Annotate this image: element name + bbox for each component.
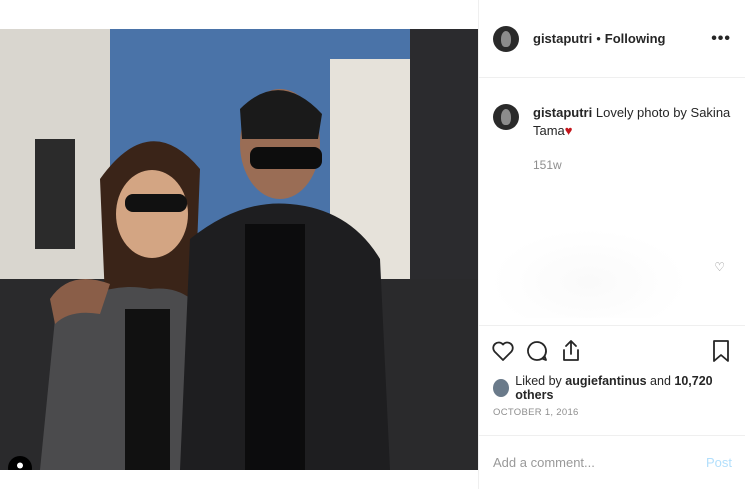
caption: gistaputri Lovely photo by Sakina Tama♥ bbox=[533, 104, 731, 140]
post-side-panel: gistaputri • Following ••• gistaputri Lo… bbox=[478, 0, 745, 489]
likes-prefix: Liked by bbox=[515, 374, 562, 388]
heart-icon[interactable] bbox=[491, 339, 515, 363]
faded-background bbox=[489, 228, 689, 318]
caption-like-icon[interactable]: ♡ bbox=[714, 260, 725, 274]
post-button[interactable]: Post bbox=[706, 455, 732, 470]
more-options-button[interactable]: ••• bbox=[711, 30, 731, 48]
post-username[interactable]: gistaputri bbox=[533, 31, 592, 46]
post-date[interactable]: OCTOBER 1, 2016 bbox=[479, 401, 745, 431]
following-button[interactable]: Following bbox=[605, 31, 666, 46]
avatar[interactable] bbox=[493, 25, 519, 52]
likes-user-link[interactable]: augiefantinus bbox=[565, 374, 646, 388]
post-actions bbox=[479, 325, 745, 375]
caption-username[interactable]: gistaputri bbox=[533, 105, 592, 120]
caption-avatar[interactable] bbox=[493, 104, 519, 130]
comment-form: Post bbox=[479, 435, 745, 489]
photo-illustration bbox=[0, 29, 478, 470]
comment-icon[interactable] bbox=[525, 339, 549, 363]
likes-and: and bbox=[650, 374, 671, 388]
post-header: gistaputri • Following ••• bbox=[479, 0, 745, 78]
comment-input[interactable] bbox=[493, 455, 706, 470]
time-ago[interactable]: 151w bbox=[533, 158, 731, 172]
share-icon[interactable] bbox=[559, 339, 583, 363]
post-photo[interactable] bbox=[0, 29, 478, 470]
caption-row: gistaputri Lovely photo by Sakina Tama♥ bbox=[493, 104, 731, 140]
red-heart-emoji: ♥ bbox=[564, 123, 573, 138]
separator-dot: • bbox=[596, 31, 601, 46]
likes-text: Liked by augiefantinus and 10,720 others bbox=[515, 374, 731, 402]
liker-avatar[interactable] bbox=[493, 379, 510, 397]
comments-section: gistaputri Lovely photo by Sakina Tama♥ … bbox=[479, 78, 745, 325]
bookmark-icon[interactable] bbox=[709, 339, 733, 363]
likes-summary: Liked by augiefantinus and 10,720 others bbox=[479, 374, 745, 402]
